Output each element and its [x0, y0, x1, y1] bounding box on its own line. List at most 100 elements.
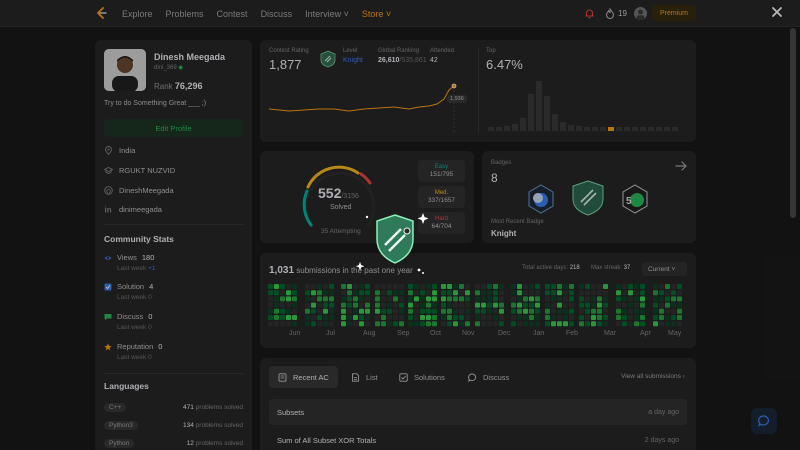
heatmap-cell[interactable] — [453, 296, 458, 302]
heatmap-cell[interactable] — [292, 321, 297, 327]
heatmap-cell[interactable] — [286, 284, 291, 289]
heatmap-cell[interactable] — [616, 290, 621, 296]
heatmap-cell[interactable] — [551, 315, 556, 320]
heatmap-cell[interactable] — [292, 284, 297, 289]
heatmap-cell[interactable] — [563, 321, 568, 327]
heatmap-cell[interactable] — [511, 321, 516, 327]
heatmap-cell[interactable] — [597, 302, 602, 308]
nav-contest[interactable]: Contest — [217, 9, 248, 19]
heatmap-cell[interactable] — [329, 315, 334, 320]
heatmap-cell[interactable] — [535, 296, 540, 302]
nav-explore[interactable]: Explore — [122, 9, 153, 19]
heatmap-cell[interactable] — [426, 284, 431, 289]
heatmap-cell[interactable] — [353, 321, 358, 327]
heatmap-cell[interactable] — [317, 290, 322, 296]
heatmap-cell[interactable] — [585, 315, 590, 320]
heatmap-cell[interactable] — [381, 290, 386, 296]
heatmap-cell[interactable] — [597, 296, 602, 302]
heatmap-cell[interactable] — [268, 302, 273, 308]
heatmap-cell[interactable] — [381, 284, 386, 289]
heatmap-cell[interactable] — [563, 302, 568, 308]
heatmap-cell[interactable] — [341, 308, 346, 314]
heatmap-cell[interactable] — [563, 284, 568, 289]
github-row[interactable]: DineshMeegada — [104, 186, 174, 195]
heatmap-cell[interactable] — [653, 315, 658, 320]
heatmap-cell[interactable] — [653, 321, 658, 327]
heatmap-cell[interactable] — [420, 302, 425, 308]
heatmap-cell[interactable] — [659, 296, 664, 302]
heatmap-cell[interactable] — [317, 302, 322, 308]
heatmap-cell[interactable] — [399, 290, 404, 296]
heatmap-cell[interactable] — [622, 321, 627, 327]
heatmap-cell[interactable] — [375, 284, 380, 289]
heatmap-cell[interactable] — [545, 321, 550, 327]
leetcode-logo-icon[interactable] — [94, 6, 108, 20]
heatmap-cell[interactable] — [375, 308, 380, 314]
heatmap-cell[interactable] — [280, 284, 285, 289]
heatmap-cell[interactable] — [481, 290, 486, 296]
heatmap-cell[interactable] — [523, 321, 528, 327]
heatmap-cell[interactable] — [347, 321, 352, 327]
heatmap-cell[interactable] — [292, 308, 297, 314]
heatmap-cell[interactable] — [359, 290, 364, 296]
heatmap-cell[interactable] — [591, 290, 596, 296]
heatmap-cell[interactable] — [523, 302, 528, 308]
heatmap-cell[interactable] — [441, 290, 446, 296]
heatmap-cell[interactable] — [493, 290, 498, 296]
heatmap-cell[interactable] — [305, 302, 310, 308]
heatmap-cell[interactable] — [447, 302, 452, 308]
heatmap-cell[interactable] — [347, 308, 352, 314]
heatmap-cell[interactable] — [665, 308, 670, 314]
heatmap-cell[interactable] — [426, 308, 431, 314]
heatmap-cell[interactable] — [475, 296, 480, 302]
heatmap-cell[interactable] — [517, 290, 522, 296]
heatmap-cell[interactable] — [286, 290, 291, 296]
heatmap-cell[interactable] — [447, 290, 452, 296]
heatmap-cell[interactable] — [347, 296, 352, 302]
heatmap-cell[interactable] — [597, 290, 602, 296]
heatmap-cell[interactable] — [408, 315, 413, 320]
heatmap-cell[interactable] — [465, 321, 470, 327]
heatmap-cell[interactable] — [414, 296, 419, 302]
heatmap-cell[interactable] — [517, 284, 522, 289]
heatmap-cell[interactable] — [523, 290, 528, 296]
heatmap-cell[interactable] — [329, 284, 334, 289]
heatmap-cell[interactable] — [677, 321, 682, 327]
heatmap-cell[interactable] — [585, 308, 590, 314]
heatmap-cell[interactable] — [432, 290, 437, 296]
heatmap-cell[interactable] — [359, 284, 364, 289]
heatmap-cell[interactable] — [475, 308, 480, 314]
tab-recent-ac[interactable]: Recent AC — [269, 366, 338, 388]
heatmap-cell[interactable] — [280, 290, 285, 296]
heatmap-cell[interactable] — [671, 315, 676, 320]
heatmap-cell[interactable] — [597, 315, 602, 320]
heatmap-cell[interactable] — [616, 302, 621, 308]
heatmap-cell[interactable] — [414, 302, 419, 308]
nav-interview[interactable]: Interview ˅ — [305, 9, 349, 19]
heatmap-cell[interactable] — [628, 302, 633, 308]
heatmap-cell[interactable] — [365, 290, 370, 296]
heatmap-cell[interactable] — [671, 290, 676, 296]
heatmap-cell[interactable] — [545, 284, 550, 289]
heatmap-cell[interactable] — [653, 284, 658, 289]
heatmap-cell[interactable] — [529, 302, 534, 308]
heatmap-cell[interactable] — [292, 302, 297, 308]
heatmap-cell[interactable] — [365, 302, 370, 308]
submission-row[interactable]: Subsets a day ago — [269, 399, 687, 425]
view-all-submissions-link[interactable]: View all submissions › — [621, 373, 685, 380]
heatmap-cell[interactable] — [323, 284, 328, 289]
heatmap-cell[interactable] — [579, 308, 584, 314]
heatmap-cell[interactable] — [628, 290, 633, 296]
heatmap-cell[interactable] — [286, 296, 291, 302]
heatmap-cell[interactable] — [375, 302, 380, 308]
heatmap-cell[interactable] — [323, 321, 328, 327]
heatmap-cell[interactable] — [353, 290, 358, 296]
heatmap-cell[interactable] — [305, 290, 310, 296]
heatmap-cell[interactable] — [408, 290, 413, 296]
heatmap-cell[interactable] — [268, 321, 273, 327]
heatmap-cell[interactable] — [563, 296, 568, 302]
heatmap-cell[interactable] — [393, 302, 398, 308]
scrollbar-thumb[interactable] — [790, 28, 796, 218]
heatmap-cell[interactable] — [274, 308, 279, 314]
heatmap-cell[interactable] — [341, 290, 346, 296]
